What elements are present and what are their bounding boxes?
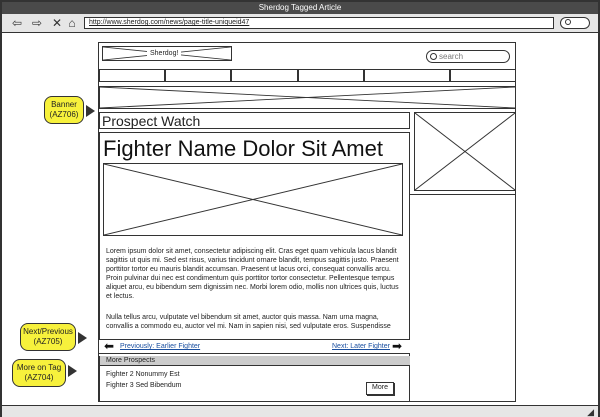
annotation-label: Banner (51, 100, 77, 109)
sidebar-ad-image[interactable] (414, 112, 516, 191)
section-title-box: Prospect Watch (99, 112, 410, 129)
browser-search-field[interactable] (560, 17, 590, 29)
article-image[interactable] (103, 163, 403, 236)
window-title: Sherdog Tagged Article (258, 3, 342, 12)
sidebar-column (409, 194, 516, 402)
status-bar: ◢ (2, 405, 598, 417)
back-arrow-icon[interactable]: ⇦ (10, 16, 24, 30)
site-search-input[interactable]: search (426, 50, 510, 63)
article-paragraph-2: Nulla tellus arcu, vulputate vel bibendu… (106, 314, 391, 330)
next-arrow-icon[interactable]: ➡ (392, 339, 402, 353)
forward-arrow-icon[interactable]: ⇨ (30, 16, 44, 30)
callout-arrow-icon (86, 105, 95, 117)
search-icon (565, 19, 571, 25)
more-button[interactable]: More (366, 382, 394, 395)
home-icon[interactable]: ⌂ (65, 16, 79, 30)
banner-annotation: Banner (AZ706) (44, 96, 84, 124)
address-bar[interactable]: http://www.sherdog.com/news/page-title-u… (84, 17, 554, 29)
annotation-code: (AZ704) (24, 373, 54, 382)
address-url: http://www.sherdog.com/news/page-title-u… (89, 19, 250, 26)
nav-item[interactable] (165, 69, 231, 82)
callout-arrow-icon (68, 365, 77, 377)
nav-item[interactable] (364, 69, 450, 82)
previous-article-link[interactable]: Previously: Earlier Fighter (120, 343, 200, 350)
search-icon (430, 53, 437, 60)
prospect-link-1[interactable]: Fighter 2 Nonummy Est (106, 370, 180, 379)
resize-grip-icon[interactable]: ◢ (587, 407, 594, 417)
logo-text: Sherdog! (147, 49, 182, 58)
close-icon[interactable]: ✕ (50, 16, 64, 30)
nav-item[interactable] (450, 69, 516, 82)
more-prospects-header: More Prospects (100, 356, 410, 366)
callout-arrow-icon (78, 332, 87, 344)
article-paragraph-1: Lorem ipsum dolor sit amet, consectetur … (106, 248, 399, 300)
browser-toolbar: ⇦ ⇨ ✕ ⌂ http://www.sherdog.com/news/page… (2, 14, 598, 33)
annotation-label: More on Tag (16, 363, 62, 372)
next-previous-annotation: Next/Previous (AZ705) (20, 323, 76, 351)
banner-ad[interactable] (99, 86, 516, 109)
more-on-tag-annotation: More on Tag (AZ704) (12, 359, 66, 387)
logo-image[interactable]: Sherdog! (102, 46, 232, 61)
window-title-bar: Sherdog Tagged Article (2, 2, 598, 14)
browser-window: Sherdog Tagged Article ⇦ ⇨ ✕ ⌂ http://ww… (0, 0, 600, 417)
prospect-link-2[interactable]: Fighter 3 Sed Bibendum (106, 381, 182, 390)
section-title: Prospect Watch (102, 113, 201, 129)
nav-item[interactable] (231, 69, 298, 82)
search-placeholder: search (439, 52, 464, 61)
annotation-code: (AZ705) (33, 337, 63, 346)
next-article-link[interactable]: Next: Later Fighter (332, 343, 390, 350)
annotation-label: Next/Previous (23, 327, 73, 336)
nav-item[interactable] (99, 69, 165, 82)
nav-item[interactable] (298, 69, 364, 82)
article-headline: Fighter Name Dolor Sit Amet (103, 136, 383, 161)
annotation-code: (AZ706) (49, 110, 79, 119)
previous-arrow-icon[interactable]: ⬅ (104, 339, 114, 353)
